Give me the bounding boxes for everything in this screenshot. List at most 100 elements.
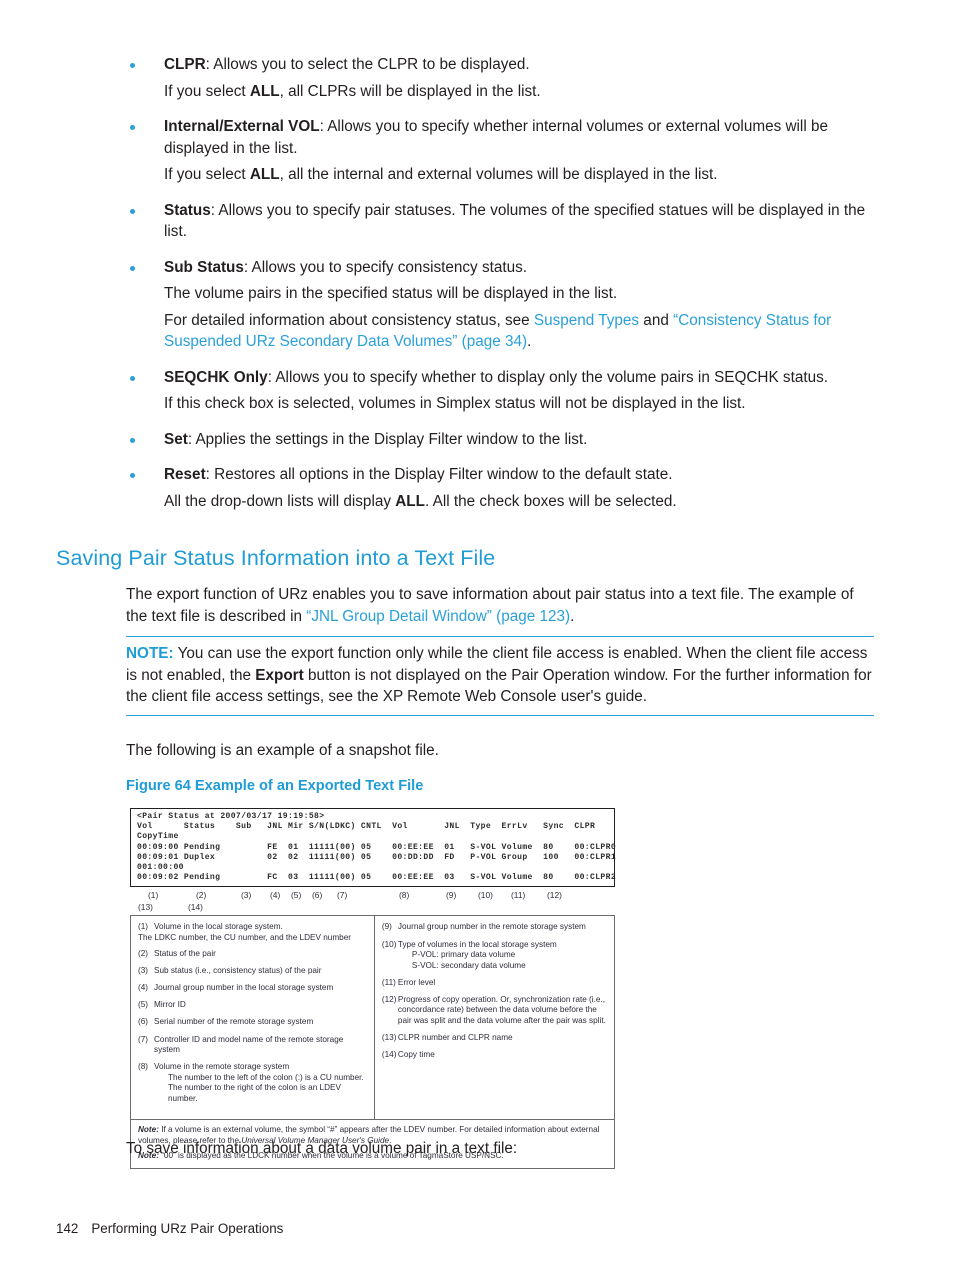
legend-item-text: Volume in the remote storage system xyxy=(154,1062,290,1072)
legend-item-number: (1) xyxy=(138,922,149,932)
text-run: : Restores all options in the Display Fi… xyxy=(205,466,673,483)
legend-item-body: Mirror ID xyxy=(154,1000,369,1011)
callout-number: (8) xyxy=(399,890,410,901)
legend-item-body: Journal group number in the local storag… xyxy=(154,983,369,994)
legend-item: (11) Error level xyxy=(382,978,609,989)
legend-item-number: (7) xyxy=(138,1034,149,1044)
text-run: If you select xyxy=(164,166,250,183)
emphasis-term: CLPR xyxy=(164,56,206,73)
legend-note-label: Note: xyxy=(138,1125,159,1135)
legend-item-text: Error level xyxy=(397,977,436,987)
footer-chapter: Performing URz Pair Operations xyxy=(91,1221,284,1236)
bullet-dot-icon xyxy=(130,208,135,214)
text-run: : Allows you to specify whether to displ… xyxy=(267,368,828,386)
callout-number: (2) xyxy=(196,890,207,901)
legend-column-right: (9) Journal group number in the remote st… xyxy=(375,916,614,1119)
legend-item: (6) Serial number of the remote storage s… xyxy=(138,1017,369,1028)
legend-item-text: Volume in the local storage system. xyxy=(154,922,283,932)
legend-item-text: Controller ID and model name of the remo… xyxy=(154,1034,344,1055)
legend-item: (7) Controller ID and model name of the r… xyxy=(138,1035,369,1056)
legend-item-text: Type of volumes in the local storage sys… xyxy=(397,939,557,949)
bullet-line: All the drop-down lists will display ALL… xyxy=(164,491,874,513)
callout-number: (6) xyxy=(312,890,323,901)
text-run: If this check box is selected, volumes i… xyxy=(164,395,746,412)
emphasis-term: Status xyxy=(164,201,211,219)
legend-item-body: Journal group number in the remote stora… xyxy=(398,922,609,933)
legend-item-number: (12) xyxy=(381,994,397,1004)
legend-item: (9) Journal group number in the remote st… xyxy=(382,922,609,933)
legend-item-number: (11) xyxy=(381,977,396,987)
legend-item: (12) Progress of copy operation. Or, sync… xyxy=(382,995,609,1027)
bullet-dot-icon xyxy=(130,437,135,443)
emphasis-term: ALL xyxy=(249,166,280,183)
callout-number: (3) xyxy=(241,890,252,901)
text-run: : Applies the settings in the Display Fi… xyxy=(187,430,588,448)
legend-item-hanging-text: The LDKC number, the CU number, and the … xyxy=(138,932,351,942)
option-bullet-set: Set: Applies the settings in the Display… xyxy=(126,429,874,451)
emphasis-term: Reset xyxy=(164,466,206,483)
code-line: CopyTime xyxy=(137,832,179,842)
bullet-dot-icon xyxy=(130,265,135,271)
bullet-dot-icon xyxy=(130,473,135,478)
legend-column-left: (1) Volume in the local storage system. Th… xyxy=(131,916,375,1120)
text-run: and xyxy=(639,311,674,329)
legend-item-number: (6) xyxy=(138,1017,149,1027)
legend-item: (14) Copy time xyxy=(382,1050,609,1061)
legend-columns: (1) Volume in the local storage system. Th… xyxy=(131,916,614,1120)
legend-item-text: Progress of copy operation. Or, synchron… xyxy=(397,994,606,1026)
legend-item-text: Journal group number in the local storag… xyxy=(154,983,334,993)
legend-item: (13) CLPR number and CLPR name xyxy=(382,1033,609,1044)
legend-item-text: Journal group number in the remote stora… xyxy=(397,922,586,932)
legend-item-number: (3) xyxy=(138,966,149,976)
note-box: NOTE: You can use the export function on… xyxy=(126,636,874,716)
cross-reference-link[interactable]: “JNL Group Detail Window” (page 123) xyxy=(306,608,570,625)
legend-item-body: Sub status (i.e., consistency status) of… xyxy=(154,966,369,977)
legend-item-text: Mirror ID xyxy=(154,1000,186,1010)
legend-item-number: (14) xyxy=(381,1050,397,1060)
legend-item-text: Status of the pair xyxy=(154,949,216,959)
bullet-line: Sub Status: Allows you to specify consis… xyxy=(164,257,874,279)
option-bullet-seqchk-only: SEQCHK Only: Allows you to specify wheth… xyxy=(126,367,874,415)
bullet-line: CLPR: Allows you to select the CLPR to b… xyxy=(164,54,874,76)
note-body: You can use the export function only whi… xyxy=(126,645,872,705)
legend-item: (10) Type of volumes in the local storage… xyxy=(382,940,609,972)
bullet-line: If you select ALL, all CLPRs will be dis… xyxy=(164,81,874,103)
legend-item-text: Sub status (i.e., consistency status) of… xyxy=(154,966,322,976)
code-line: <Pair Status at 2007/03/17 19:19:58> xyxy=(137,812,325,821)
legend-item: (3) Sub status (i.e., consistency status)… xyxy=(138,966,369,977)
legend-item-body: Controller ID and model name of the remo… xyxy=(154,1035,369,1056)
legend-item: (5) Mirror ID xyxy=(138,1000,369,1011)
bullet-line: The volume pairs in the specified status… xyxy=(164,283,874,305)
legend-item-number: (13) xyxy=(381,1033,397,1043)
emphasis-term: Sub Status xyxy=(164,258,244,276)
callout-number: (10) xyxy=(478,890,493,901)
legend-item-number: (10) xyxy=(381,939,397,949)
footer-page-number: 142 xyxy=(56,1221,79,1236)
legend-item-body: Status of the pair xyxy=(154,949,369,960)
text-run: , all the internal and external volumes … xyxy=(279,166,718,183)
section-intro-paragraph: The export function of URz enables you t… xyxy=(126,584,874,627)
legend-item-body: Serial number of the remote storage syst… xyxy=(154,1017,369,1028)
emphasis-term: ALL xyxy=(395,492,425,510)
page-footer: 142 Performing URz Pair Operations xyxy=(56,1221,283,1236)
code-line: Vol Status Sub JNL Mir S/N(LDKC) CNTL Vo… xyxy=(137,822,596,832)
figure-64: <Pair Status at 2007/03/17 19:19:58> Vol … xyxy=(130,808,616,1169)
legend-item-subtext: The number to the right of the colon is … xyxy=(168,1083,341,1104)
legend-item-body: Type of volumes in the local storage sys… xyxy=(398,940,609,972)
legend-item: (1) Volume in the local storage system. xyxy=(138,922,369,933)
text-run: The volume pairs in the specified status… xyxy=(164,285,618,302)
legend-item-subtext: P-VOL: primary data volume xyxy=(411,950,516,960)
emphasis-term: Set xyxy=(164,430,188,448)
bullet-line: For detailed information about consisten… xyxy=(164,310,874,353)
legend-item-body: Volume in the remote storage system The n… xyxy=(154,1062,369,1104)
snapshot-sentence: The following is an example of a snapsho… xyxy=(126,742,439,759)
cross-reference-link[interactable]: Suspend Types xyxy=(534,312,639,329)
text-run: All the drop-down lists will display xyxy=(164,492,396,510)
bullet-dot-icon xyxy=(130,125,135,130)
callout-number: (11) xyxy=(511,890,526,901)
text-run: : Allows you to specify pair statuses. T… xyxy=(164,201,866,241)
bullet-line: If you select ALL, all the internal and … xyxy=(164,164,874,186)
callout-number: (13) xyxy=(138,902,153,913)
legend-item-body: Error level xyxy=(398,978,609,989)
bullet-line: Reset: Restores all options in the Displ… xyxy=(164,464,874,486)
